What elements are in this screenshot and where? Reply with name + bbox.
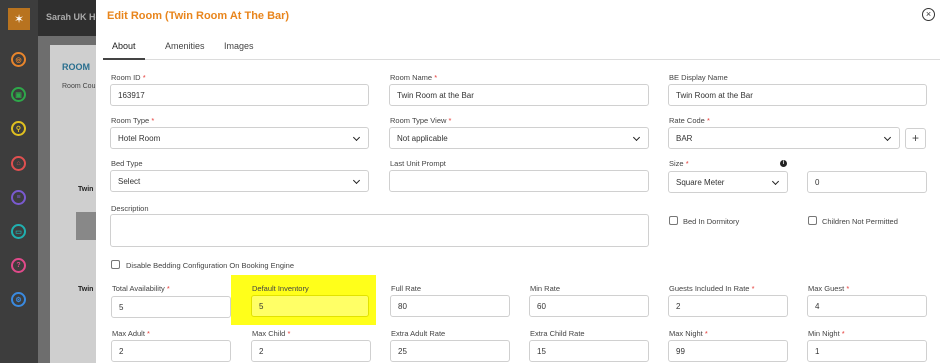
- description-textarea[interactable]: [110, 214, 649, 247]
- full-rate-label: Full Rate: [391, 284, 422, 293]
- background-room-label: Twin: [78, 186, 94, 193]
- last-unit-prompt-field[interactable]: [389, 170, 649, 192]
- total-availability-field[interactable]: 5: [111, 296, 231, 318]
- disable-bedding-label: Disable Bedding Configuration On Booking…: [126, 261, 295, 270]
- rates-icon[interactable]: ⚲: [11, 121, 26, 136]
- reservations-icon[interactable]: ▣: [11, 87, 26, 102]
- be-display-name-label: BE Display Name: [669, 73, 728, 82]
- background-heading: ROOM: [62, 62, 90, 72]
- max-guest-field[interactable]: 4: [807, 295, 927, 317]
- room-id-field[interactable]: 163917: [110, 84, 369, 106]
- reports-icon[interactable]: ≡: [11, 190, 26, 205]
- default-inventory-label: Default Inventory: [252, 284, 309, 293]
- tab-amenities[interactable]: Amenities: [165, 41, 205, 60]
- settings-icon[interactable]: ⚙: [11, 292, 26, 307]
- bed-in-dormitory-label: Bed In Dormitory: [683, 217, 740, 226]
- channels-icon[interactable]: ▭: [11, 224, 26, 239]
- background-sub-label: Room Cou: [62, 83, 96, 90]
- min-night-label: Min Night *: [808, 329, 845, 338]
- max-guest-label: Max Guest *: [808, 284, 850, 293]
- room-id-label: Room ID *: [111, 73, 146, 82]
- guests-included-label: Guests Included In Rate *: [669, 284, 755, 293]
- extra-child-rate-label: Extra Child Rate: [530, 329, 585, 338]
- bed-type-select[interactable]: Select: [110, 170, 369, 192]
- room-name-field[interactable]: Twin Room at the Bar: [389, 84, 649, 106]
- support-icon[interactable]: ?: [11, 258, 26, 273]
- tab-about[interactable]: About: [103, 41, 145, 60]
- max-adult-label: Max Adult *: [112, 329, 150, 338]
- modal-header: Edit Room (Twin Room At The Bar) ×: [96, 0, 940, 32]
- disable-bedding-checkbox[interactable]: [111, 260, 120, 269]
- max-night-label: Max Night *: [669, 329, 708, 338]
- bed-type-label: Bed Type: [111, 159, 143, 168]
- size-value-field[interactable]: 0: [807, 171, 927, 193]
- total-availability-label: Total Availability *: [112, 284, 170, 293]
- last-unit-prompt-label: Last Unit Prompt: [390, 159, 446, 168]
- extra-child-rate-field[interactable]: 15: [529, 340, 649, 362]
- close-icon[interactable]: ×: [922, 8, 935, 21]
- modal-tabs: About Amenities Images: [103, 36, 940, 60]
- tab-images[interactable]: Images: [224, 41, 254, 60]
- app-logo[interactable]: ✶: [8, 8, 30, 30]
- room-type-select[interactable]: Hotel Room: [110, 127, 369, 149]
- room-type-view-select[interactable]: Not applicable: [389, 127, 649, 149]
- children-not-permitted-label: Children Not Permitted: [822, 217, 898, 226]
- guests-included-field[interactable]: 2: [668, 295, 788, 317]
- add-rate-code-button[interactable]: +: [905, 128, 926, 149]
- full-rate-field[interactable]: 80: [390, 295, 510, 317]
- info-icon[interactable]: i: [780, 160, 787, 167]
- dashboard-icon[interactable]: ◎: [11, 52, 26, 67]
- min-rate-label: Min Rate: [530, 284, 561, 293]
- description-label: Description: [111, 204, 149, 213]
- be-display-name-field[interactable]: Twin Room at the Bar: [668, 84, 927, 106]
- max-adult-field[interactable]: 2: [111, 340, 231, 362]
- max-night-field[interactable]: 99: [668, 340, 788, 362]
- modal-title: Edit Room (Twin Room At The Bar): [107, 10, 290, 22]
- rate-code-select[interactable]: BAR: [668, 127, 900, 149]
- room-type-label: Room Type *: [111, 116, 155, 125]
- default-inventory-field[interactable]: 5: [251, 295, 369, 317]
- max-child-field[interactable]: 2: [251, 340, 371, 362]
- extra-adult-rate-label: Extra Adult Rate: [391, 329, 446, 338]
- room-type-view-label: Room Type View *: [390, 116, 452, 125]
- size-unit-select[interactable]: Square Meter: [668, 171, 788, 193]
- extra-adult-rate-field[interactable]: 25: [390, 340, 510, 362]
- bed-in-dormitory-checkbox[interactable]: [669, 216, 678, 225]
- size-label: Size *: [669, 159, 689, 168]
- left-sidebar: ✶ ◎ ▣ ⚲ ⌂ ≡ ▭ ? ⚙: [0, 0, 38, 363]
- min-night-field[interactable]: 1: [807, 340, 927, 362]
- min-rate-field[interactable]: 60: [529, 295, 649, 317]
- background-room-label: Twin: [78, 286, 94, 293]
- room-name-label: Room Name *: [390, 73, 438, 82]
- children-not-permitted-checkbox[interactable]: [808, 216, 817, 225]
- rate-code-label: Rate Code *: [669, 116, 710, 125]
- max-child-label: Max Child *: [252, 329, 291, 338]
- rooms-icon[interactable]: ⌂: [11, 156, 26, 171]
